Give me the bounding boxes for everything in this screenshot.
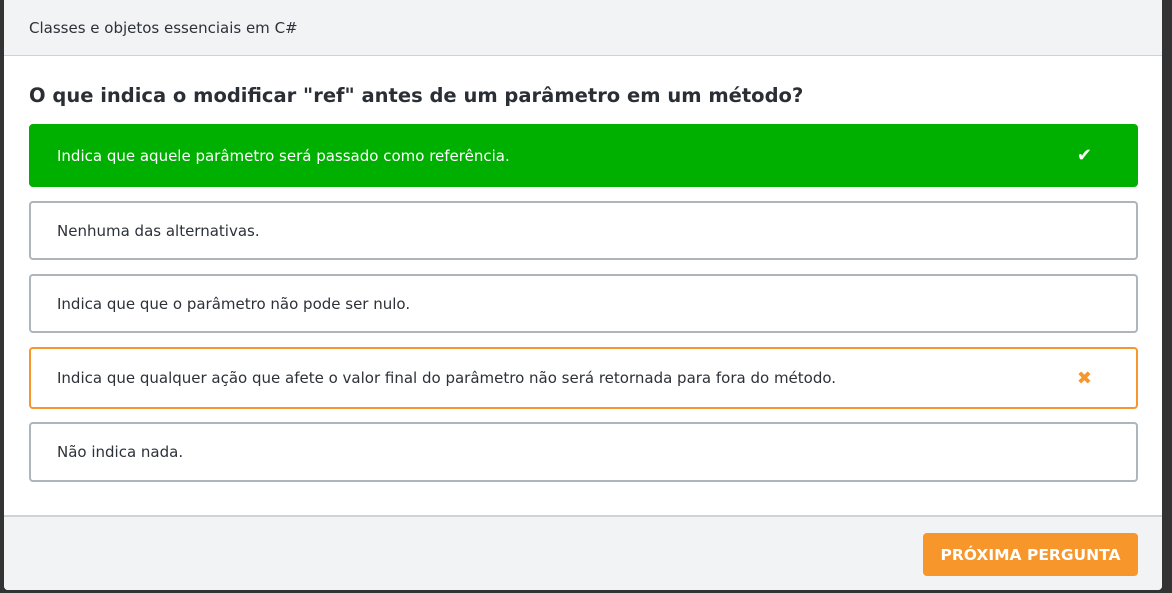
option-label: Indica que que o parâmetro não pode ser … <box>57 294 411 313</box>
option-label: Indica que qualquer ação que afete o val… <box>57 369 837 387</box>
answer-option[interactable]: Não indica nada. <box>29 422 1138 482</box>
answer-option-correct[interactable]: Indica que aquele parâmetro será passado… <box>29 124 1138 187</box>
next-question-button[interactable]: PRÓXIMA PERGUNTA <box>923 533 1138 576</box>
modal-header: Classes e objetos essenciais em C# <box>4 0 1162 56</box>
quiz-modal: Classes e objetos essenciais em C# O que… <box>4 0 1162 590</box>
option-label: Nenhuma das alternativas. <box>57 221 260 240</box>
question-text: O que indica o modificar "ref" antes de … <box>29 84 804 107</box>
answer-option[interactable]: Nenhuma das alternativas. <box>29 201 1138 260</box>
check-icon: ✔ <box>1076 145 1092 166</box>
option-label: Não indica nada. <box>57 443 184 461</box>
modal-footer: PRÓXIMA PERGUNTA <box>4 515 1162 590</box>
course-title: Classes e objetos essenciais em C# <box>29 18 298 37</box>
x-icon: ✖ <box>1076 367 1092 389</box>
answer-option[interactable]: Indica que que o parâmetro não pode ser … <box>29 274 1138 333</box>
answer-option-wrong[interactable]: Indica que qualquer ação que afete o val… <box>29 347 1138 409</box>
option-label: Indica que aquele parâmetro será passado… <box>57 146 510 165</box>
